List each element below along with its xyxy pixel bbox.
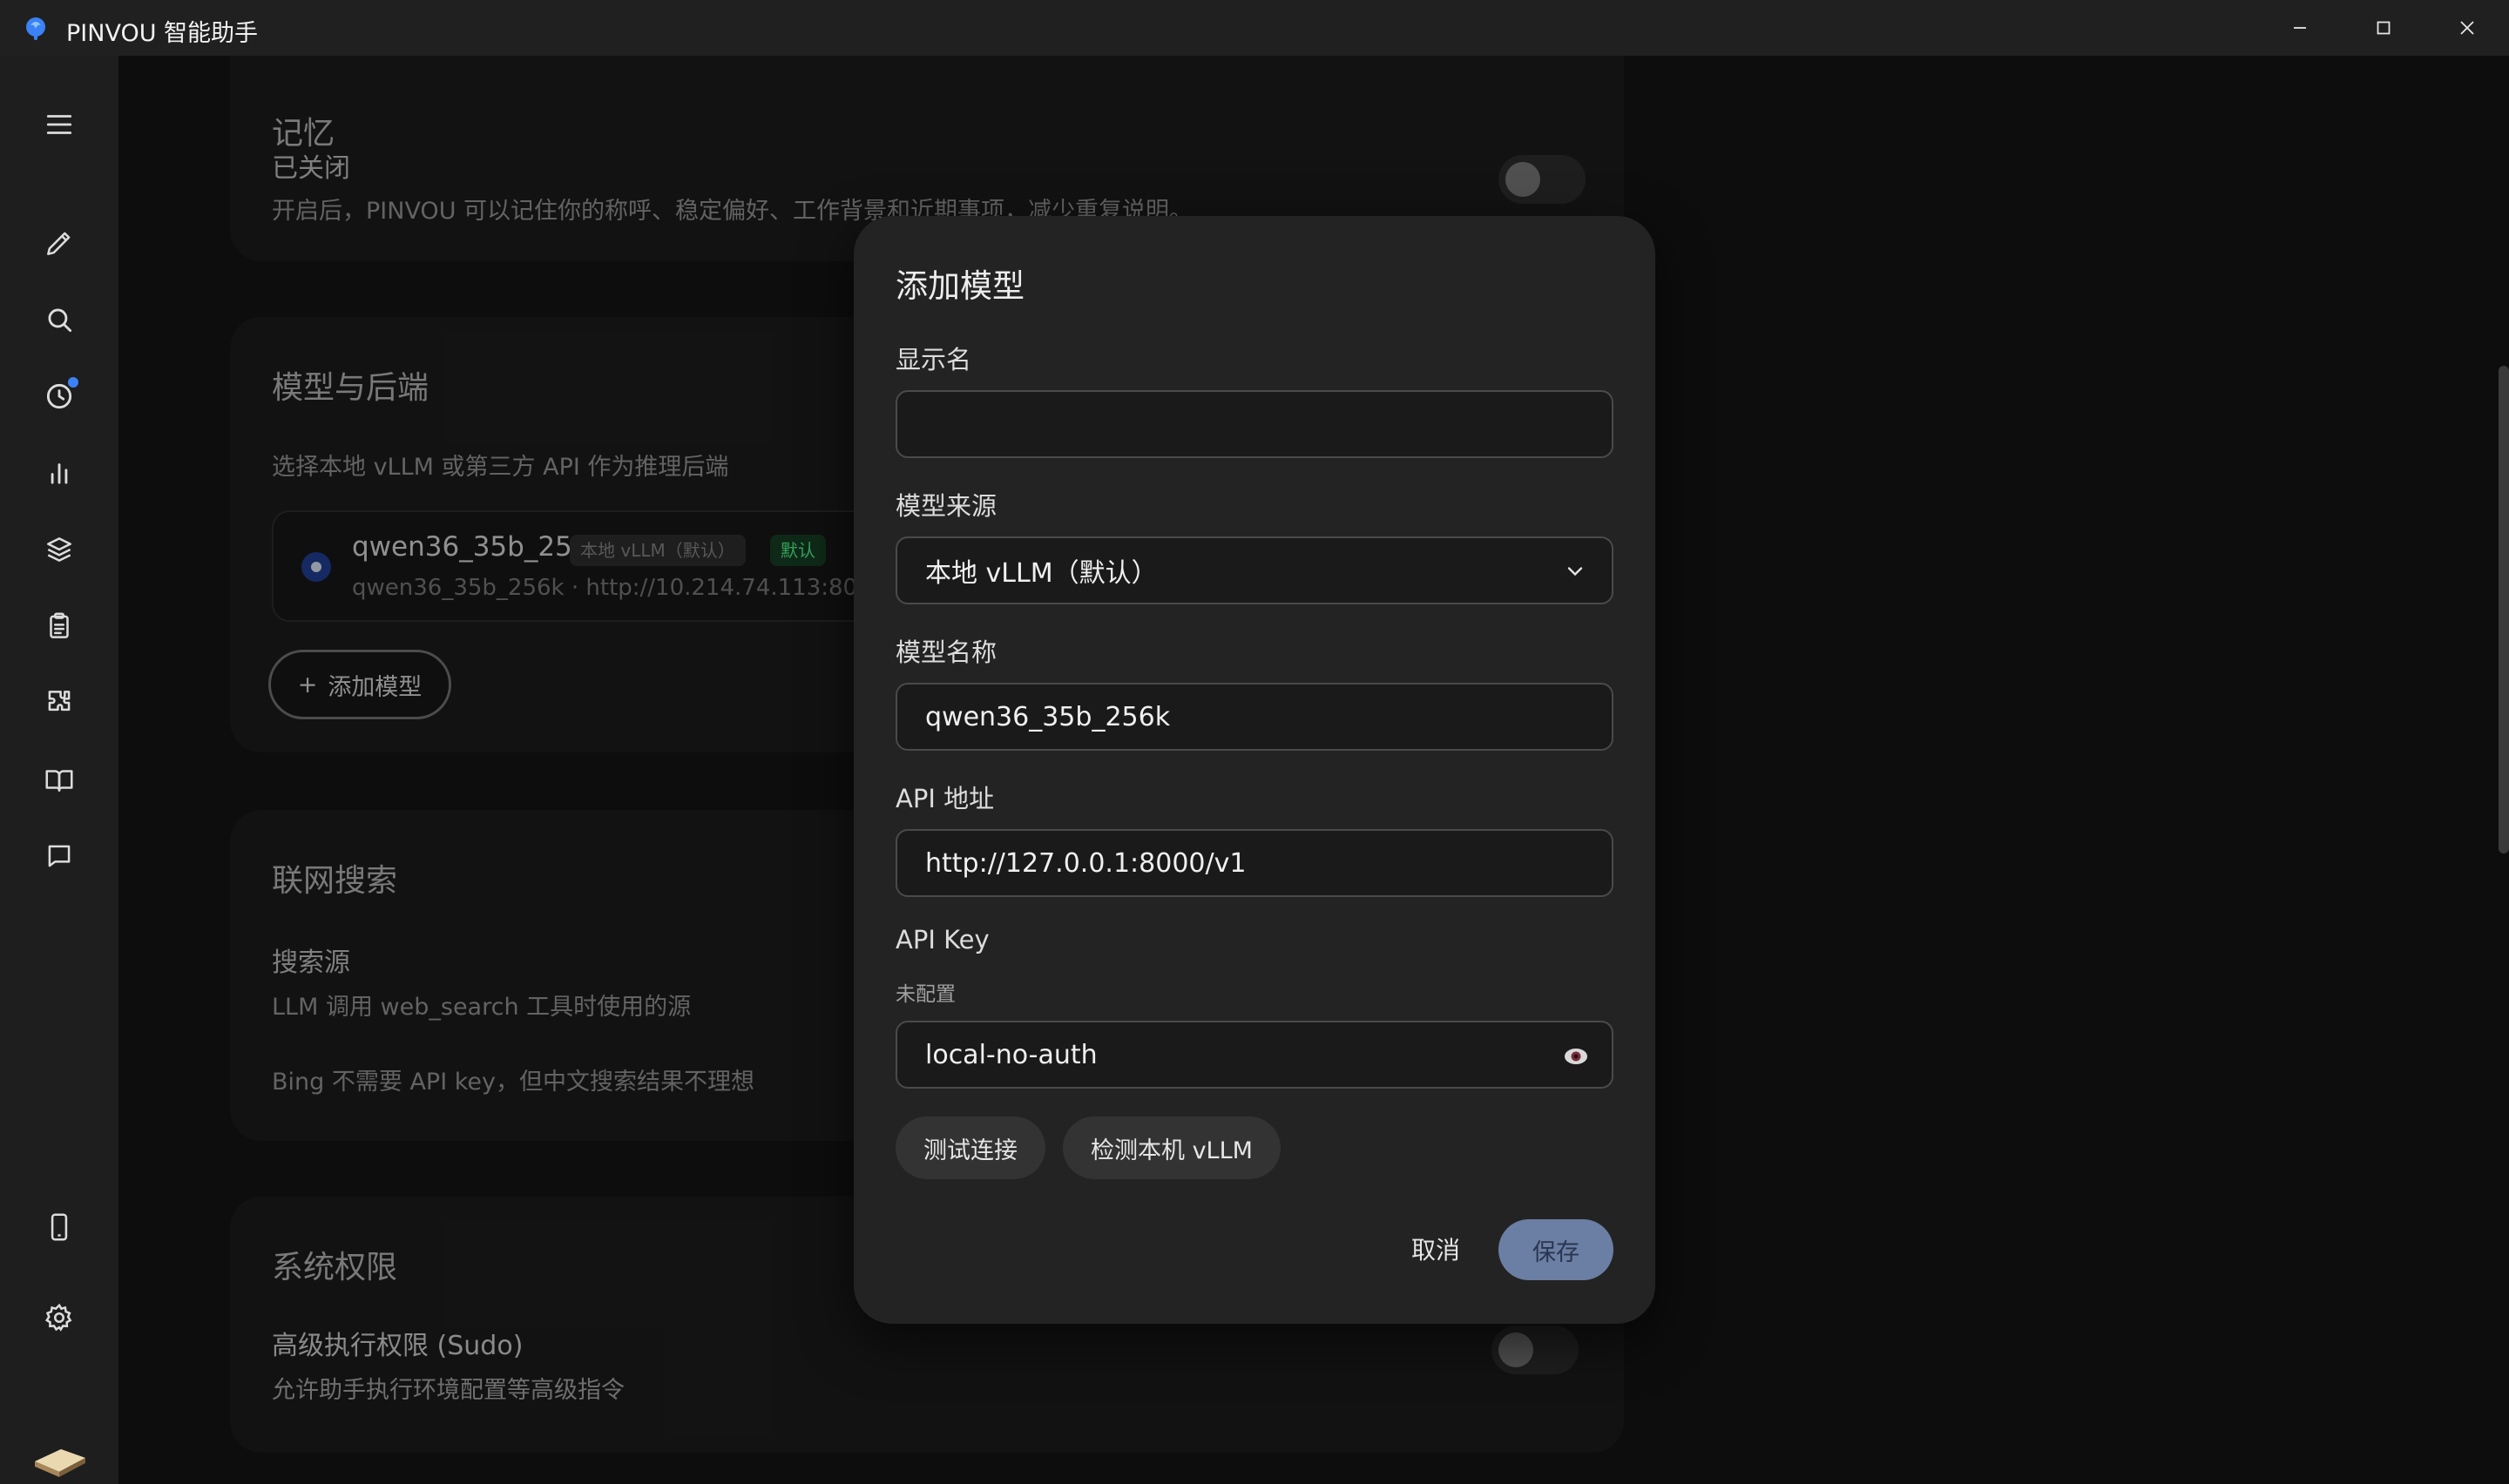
api-key-status: 未配置 <box>896 983 956 1006</box>
stats-button[interactable] <box>35 449 84 497</box>
api-url-input[interactable]: http://127.0.0.1:8000/v1 <box>896 829 1613 897</box>
history-button[interactable] <box>35 372 84 421</box>
layers-button[interactable] <box>35 525 84 574</box>
close-icon <box>2460 21 2474 35</box>
search-icon <box>48 308 72 333</box>
settings-button[interactable] <box>35 1293 84 1342</box>
menu-icon <box>46 115 72 134</box>
display-name-input[interactable] <box>896 390 1613 458</box>
puzzle-icon <box>48 691 71 712</box>
knowledge-button[interactable] <box>35 755 84 804</box>
api-url-label: API 地址 <box>896 784 995 813</box>
avatar[interactable] <box>30 1437 89 1479</box>
gear-icon <box>44 1303 72 1332</box>
tasks-button[interactable] <box>35 602 84 651</box>
mobile-button[interactable] <box>35 1203 84 1251</box>
cancel-button[interactable]: 取消 <box>1411 1231 1460 1266</box>
menu-button[interactable] <box>35 100 84 149</box>
scrollbar[interactable] <box>2499 366 2509 853</box>
window-title: PINVOU 智能助手 <box>66 20 259 47</box>
bar-chart-icon <box>51 463 68 484</box>
model-name-label: 模型名称 <box>896 637 998 667</box>
pencil-icon <box>47 232 71 255</box>
sidebar <box>0 56 118 1484</box>
layers-icon <box>47 537 71 562</box>
add-model-dialog: 添加模型 显示名 模型来源 本地 vLLM（默认） 模型名称 qwen36_35… <box>854 216 1655 1324</box>
app-logo-icon <box>26 17 45 40</box>
api-key-label: API Key <box>896 925 990 954</box>
minimize-button[interactable] <box>2258 0 2342 56</box>
dialog-title: 添加模型 <box>896 267 1025 305</box>
api-key-value: local-no-auth <box>925 1039 1098 1070</box>
clipboard-icon <box>50 612 69 638</box>
minimize-icon <box>2294 27 2306 29</box>
test-connection-button[interactable]: 测试连接 <box>896 1116 1045 1179</box>
notification-dot <box>68 377 78 388</box>
chat-icon <box>48 845 71 867</box>
api-key-input[interactable]: local-no-auth <box>896 1021 1613 1089</box>
book-icon <box>45 770 73 792</box>
maximize-button[interactable] <box>2342 0 2425 56</box>
chevron-down-icon <box>1567 567 1583 577</box>
model-source-label: 模型来源 <box>896 491 998 521</box>
save-button[interactable]: 保存 <box>1498 1219 1613 1280</box>
phone-icon <box>51 1213 68 1241</box>
display-name-label: 显示名 <box>896 345 972 374</box>
plugins-button[interactable] <box>35 678 84 727</box>
feedback-button[interactable] <box>35 832 84 880</box>
new-chat-button[interactable] <box>35 219 84 267</box>
search-button[interactable] <box>35 295 84 344</box>
close-button[interactable] <box>2425 0 2509 56</box>
eye-icon[interactable] <box>1563 1045 1589 1068</box>
app-window: PINVOU 智能助手 记忆 已关闭 开启后，PINVOU 可以记住你的称呼、稳… <box>0 0 2509 1484</box>
model-source-select[interactable]: 本地 vLLM（默认） <box>896 536 1613 604</box>
model-name-input[interactable]: qwen36_35b_256k <box>896 683 1613 751</box>
model-source-value: 本地 vLLM（默认） <box>925 558 1158 589</box>
title-bar: PINVOU 智能助手 <box>0 0 2509 56</box>
maximize-icon <box>2377 21 2391 35</box>
detect-vllm-button[interactable]: 检测本机 vLLM <box>1063 1116 1281 1179</box>
